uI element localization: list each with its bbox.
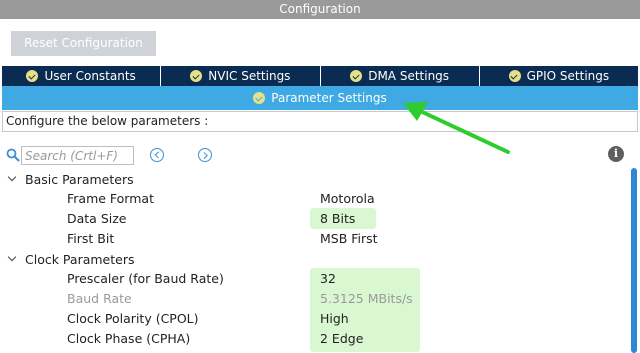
param-name: Clock Phase (CPHA) xyxy=(67,331,191,346)
instructions-label: Configure the below parameters : xyxy=(2,111,638,132)
param-name: Baud Rate xyxy=(67,291,132,306)
tab-nvic-settings[interactable]: NVIC Settings xyxy=(161,66,321,86)
param-value[interactable]: 32 xyxy=(320,269,336,289)
tab-bar: User Constants NVIC Settings DMA Setting… xyxy=(2,66,638,86)
param-value[interactable]: 2 Edge xyxy=(320,329,363,349)
chevron-down-icon xyxy=(6,253,18,265)
param-name: Frame Format xyxy=(67,191,154,206)
chevron-down-icon xyxy=(6,173,18,185)
tab-user-constants[interactable]: User Constants xyxy=(2,66,162,86)
param-value: 5.3125 MBits/s xyxy=(320,291,413,306)
param-value[interactable]: Motorola xyxy=(320,189,375,209)
check-circle-icon xyxy=(350,70,363,82)
tab-dma-settings[interactable]: DMA Settings xyxy=(321,66,480,86)
param-name: First Bit xyxy=(67,231,115,246)
search-icon xyxy=(6,148,20,162)
check-circle-icon xyxy=(190,70,203,82)
group-clock-parameters[interactable]: Clock Parameters xyxy=(6,249,134,269)
check-circle-icon xyxy=(26,70,39,82)
check-circle-icon xyxy=(508,70,521,82)
param-name: Prescaler (for Baud Rate) xyxy=(67,271,224,286)
group-basic-parameters[interactable]: Basic Parameters xyxy=(6,169,134,189)
group-label: Basic Parameters xyxy=(25,171,134,187)
tab-gpio-settings[interactable]: GPIO Settings xyxy=(480,66,638,86)
search-input[interactable] xyxy=(21,146,134,165)
param-name: Clock Polarity (CPOL) xyxy=(67,311,199,326)
param-name: Data Size xyxy=(67,211,127,226)
previous-result-icon[interactable] xyxy=(150,148,164,162)
vertical-scrollbar[interactable] xyxy=(631,168,637,353)
group-label: Clock Parameters xyxy=(25,251,135,267)
info-icon[interactable]: i xyxy=(608,146,624,162)
tab-label: User Constants xyxy=(44,69,136,83)
reset-configuration-button[interactable]: Reset Configuration xyxy=(11,31,156,56)
param-value[interactable]: MSB First xyxy=(320,229,378,249)
next-result-icon[interactable] xyxy=(198,148,212,162)
tab-label: NVIC Settings xyxy=(208,69,291,83)
check-circle-icon xyxy=(253,92,266,104)
param-value[interactable]: 8 Bits xyxy=(320,209,355,229)
param-value[interactable]: High xyxy=(320,309,349,329)
tab-label: DMA Settings xyxy=(368,69,450,83)
tab-label: Parameter Settings xyxy=(271,91,387,105)
window-title: Configuration xyxy=(0,0,640,19)
tab-label: GPIO Settings xyxy=(526,69,610,83)
tab-parameter-settings[interactable]: Parameter Settings xyxy=(2,86,638,110)
